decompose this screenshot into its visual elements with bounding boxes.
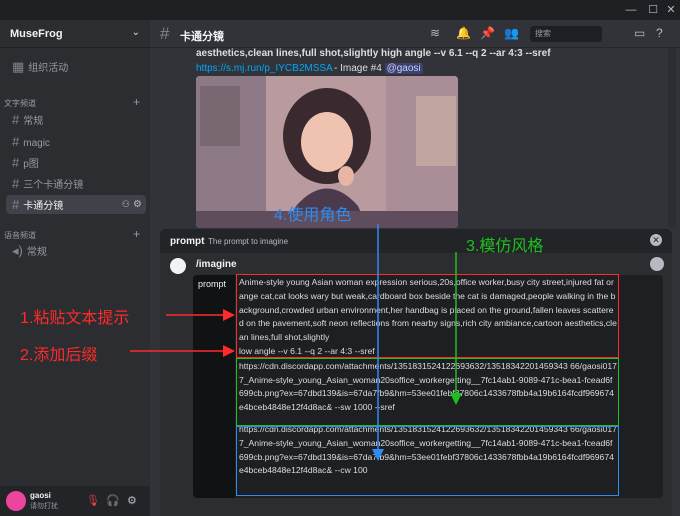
annotation-arrows (130, 224, 462, 461)
